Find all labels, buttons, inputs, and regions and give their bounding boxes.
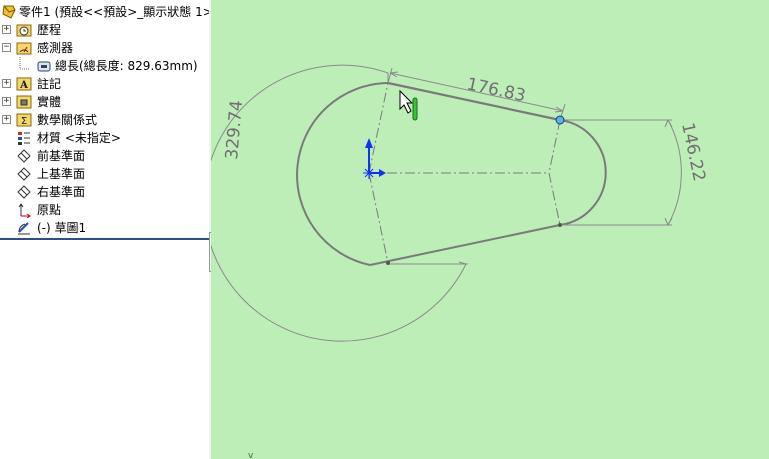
tree-item-label: 材質 <未指定> (37, 131, 121, 145)
history-folder-icon (16, 24, 32, 37)
construction-line-lower-left (368, 172, 389, 264)
tree-item-label: 註記 (37, 77, 62, 91)
tree-item-annotations[interactable]: + A 註記 (0, 75, 209, 93)
arrow-head (664, 119, 673, 128)
plane-icon (17, 149, 31, 163)
annotations-icon: A (16, 77, 32, 91)
tree-item-label: 上基準面 (37, 167, 86, 181)
measure-sensor-icon (37, 61, 51, 72)
tree-item-label: 原點 (37, 203, 62, 217)
dimension-arc (667, 119, 682, 226)
dimension-arc (211, 64, 467, 342)
mouse-cursor (399, 89, 418, 121)
sketch-icon (18, 222, 30, 235)
solid-bodies-icon (16, 95, 32, 109)
sketch-endpoint[interactable] (386, 261, 390, 265)
tree-rollback-bar[interactable] (0, 238, 209, 240)
tree-item-right-plane[interactable]: 右基準面 (0, 183, 209, 201)
sensor-folder-icon (16, 42, 32, 55)
extension-line (387, 67, 393, 84)
tree-item-label: 數學關係式 (37, 113, 98, 127)
tree-item-label: 實體 (37, 95, 62, 109)
tree-item-label: 總長(總長度: 829.63mm) (55, 59, 198, 73)
sketch-endpoint[interactable] (558, 223, 562, 227)
part-icon (2, 5, 16, 19)
expand-toggle[interactable]: + (2, 79, 11, 88)
construction-line-upper-left (368, 82, 389, 174)
tree-part-root[interactable]: 零件1 (預設<<預設>_顯示狀態 1>) (0, 3, 209, 21)
svg-text:A: A (19, 80, 28, 91)
selected-sketch-point[interactable] (555, 115, 565, 125)
y-axis-arrow-icon (365, 138, 373, 148)
tree-item-label: 感測器 (37, 41, 74, 55)
tree-item-total-length-sensor[interactable]: 總長(總長度: 829.63mm) (0, 57, 209, 75)
expand-toggle[interactable]: + (2, 97, 11, 106)
tree-item-label: 前基準面 (37, 149, 86, 163)
dimension-right-gap-label[interactable]: 146.22 (677, 121, 709, 183)
part-label: 零件1 (預設<<預設>_顯示狀態 1>) (19, 5, 209, 19)
svg-text:Σ: Σ (21, 116, 27, 127)
tree-item-label: 歷程 (37, 23, 62, 37)
sketch-origin[interactable] (363, 138, 386, 179)
tree-item-material[interactable]: 材質 <未指定> (0, 129, 209, 147)
view-triad-mark: v (248, 451, 254, 459)
equations-icon: Σ (16, 113, 32, 127)
tree-item-solid-bodies[interactable]: + 實體 (0, 93, 209, 111)
construction-lines (368, 82, 561, 264)
dimension-arc-length[interactable] (211, 64, 468, 342)
arrow-head (664, 217, 673, 226)
tree-item-sketch1[interactable]: (-) 草圖1 (0, 219, 209, 237)
tree-item-label: (-) 草圖1 (37, 221, 87, 235)
plane-icon (17, 167, 31, 181)
tree-item-sensors[interactable]: − 感測器 (0, 39, 209, 57)
tree-connector-icon (19, 57, 30, 70)
expand-toggle[interactable]: + (2, 25, 11, 34)
tree-item-equations[interactable]: + Σ 數學關係式 (0, 111, 209, 129)
plane-icon (17, 185, 31, 199)
construction-line-upper-right (548, 119, 561, 174)
sketch-canvas[interactable]: 329.74 176.83 146.22 v (211, 0, 769, 459)
tree-item-history[interactable]: + 歷程 (0, 21, 209, 39)
line-tool-indicator-icon (412, 97, 418, 121)
graphics-area[interactable]: 329.74 176.83 146.22 v (211, 0, 769, 459)
tree-item-front-plane[interactable]: 前基準面 (0, 147, 209, 165)
feature-manager-tree: 零件1 (預設<<預設>_顯示狀態 1>) + 歷程 − 感測器 總長(總長度:… (0, 0, 210, 459)
tree-item-label: 右基準面 (37, 185, 86, 199)
dimension-arc-length-label[interactable]: 329.74 (222, 99, 247, 160)
construction-line-lower-right (548, 172, 561, 226)
x-axis-arrow-icon (379, 169, 386, 177)
expand-toggle[interactable]: + (2, 115, 11, 124)
origin-star-icon (363, 167, 375, 179)
sketch-line-bottom[interactable] (369, 224, 561, 266)
origin-icon (18, 203, 31, 218)
dimension-right-gap[interactable] (560, 119, 682, 226)
tree-item-top-plane[interactable]: 上基準面 (0, 165, 209, 183)
sketch-arc-right[interactable] (559, 119, 607, 226)
pointer-icon (399, 89, 414, 114)
collapse-toggle[interactable]: − (2, 43, 11, 52)
tree-item-origin[interactable]: 原點 (0, 201, 209, 219)
material-icon (18, 132, 30, 145)
